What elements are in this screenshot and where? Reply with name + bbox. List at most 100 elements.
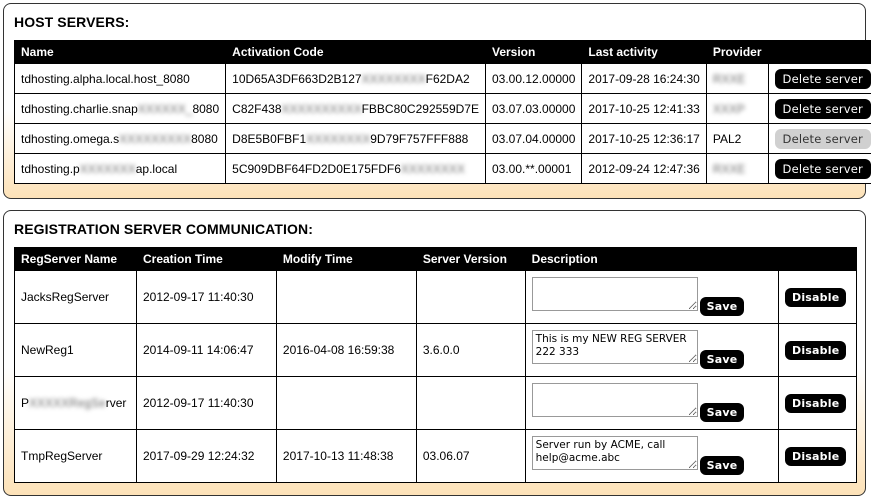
redacted-text: XXXXXXXXXX	[281, 101, 362, 116]
server-version: 03.06.07	[415, 429, 526, 483]
redacted-text: RXXE	[712, 161, 746, 176]
delete-server-button[interactable]: Delete server	[774, 68, 871, 89]
save-button[interactable]: Save	[699, 456, 745, 475]
host-actions-cell: Delete server	[767, 153, 871, 184]
regserver-row: NewReg1 2014-09-11 14:06:47 2016-04-08 16:…	[14, 323, 858, 377]
description-cell: Save	[524, 323, 779, 377]
host-servers-panel: HOST SERVERS: Name Activation Code Versi…	[3, 3, 871, 199]
save-button[interactable]: Save	[699, 297, 745, 316]
creation-time: 2014-09-11 14:06:47	[135, 323, 277, 377]
disable-button[interactable]: Disable	[784, 287, 847, 307]
column-header-name[interactable]: Name	[13, 40, 227, 64]
regserver-actions-cell: Disable	[777, 323, 858, 377]
description-input[interactable]	[531, 383, 698, 417]
creation-time: 2012-09-17 11:40:30	[135, 376, 277, 430]
column-header-version[interactable]: Version	[484, 40, 583, 64]
redacted-text: RXXE	[712, 71, 746, 86]
activation-code: C82F438XXXXXXXXXXFBBC80C292559D7E	[225, 93, 486, 124]
disable-button[interactable]: Disable	[784, 393, 847, 413]
host-version: 03.07.03.00000	[484, 93, 583, 124]
redacted-text: XXXXXRegSe	[29, 396, 106, 410]
regserver-name: JacksRegServer	[14, 270, 137, 324]
disable-button[interactable]: Disable	[784, 446, 847, 466]
host-version: 03.00.12.00000	[484, 63, 583, 94]
column-header-creation-time[interactable]: Creation Time	[135, 247, 277, 271]
host-servers-header-row: Name Activation Code Version Last activi…	[13, 40, 871, 64]
description-input[interactable]	[531, 277, 698, 311]
activation-code: 5C909DBF64FD2D0E175FDF6XXXXXXXX	[225, 153, 486, 184]
host-actions-cell: Delete server	[767, 93, 871, 124]
delete-server-button[interactable]: Delete server	[774, 158, 871, 179]
regserver-row: PXXXXXRegServer 2012-09-17 11:40:30 Save Di…	[14, 376, 858, 430]
description-cell: Save	[524, 270, 779, 324]
host-server-row: tdhosting.charlie.snapXXXXXX_8080 C82F438…	[13, 93, 871, 124]
redacted-text: XXXP	[712, 101, 745, 116]
host-version: 03.00.**.00001	[484, 153, 583, 184]
description-input[interactable]	[531, 330, 698, 364]
host-server-name: tdhosting.alpha.local.host_8080	[13, 63, 227, 94]
server-version: 3.6.0.0	[415, 323, 526, 377]
column-header-provider[interactable]: Provider	[705, 40, 769, 64]
description-cell: Save	[524, 429, 779, 483]
host-actions-cell: Delete server	[767, 63, 871, 94]
column-header-modify-time[interactable]: Modify Time	[275, 247, 417, 271]
host-server-name: tdhosting.charlie.snapXXXXXX_8080	[13, 93, 227, 124]
regserver-name: PXXXXXRegServer	[14, 376, 137, 430]
server-version	[415, 376, 526, 430]
redacted-text: XXXXXXXX	[400, 161, 465, 176]
delete-server-button[interactable]: Delete server	[774, 98, 871, 119]
modify-time	[275, 270, 417, 324]
last-activity: 2017-09-28 16:24:30	[581, 63, 707, 94]
regserver-name: TmpRegServer	[14, 429, 137, 483]
regserver-actions-cell: Disable	[777, 429, 858, 483]
save-button[interactable]: Save	[699, 350, 745, 369]
registration-panel: REGISTRATION SERVER COMMUNICATION: RegSe…	[3, 210, 866, 496]
disable-button[interactable]: Disable	[784, 340, 847, 360]
redacted-text: XXXXXXX	[79, 161, 136, 176]
redacted-text: XXXXXXXXX	[119, 131, 192, 146]
regserver-row: JacksRegServer 2012-09-17 11:40:30 Save Dis…	[14, 270, 858, 324]
column-header-regserver-name[interactable]: RegServer Name	[14, 247, 137, 271]
column-header-actions	[767, 40, 871, 64]
redacted-text: XXXXXXXX	[306, 131, 371, 146]
regserver-name: NewReg1	[14, 323, 137, 377]
host-actions-cell: Delete server	[767, 123, 871, 154]
column-header-server-version[interactable]: Server Version	[415, 247, 526, 271]
server-version	[415, 270, 526, 324]
activation-code: D8E5B0FBF1XXXXXXXX9D79F757FFF888	[225, 123, 486, 154]
provider: PAL2	[705, 123, 769, 154]
last-activity: 2017-10-25 12:36:17	[581, 123, 707, 154]
creation-time: 2017-09-29 12:24:32	[135, 429, 277, 483]
column-header-description[interactable]: Description	[524, 247, 779, 271]
column-header-activation-code[interactable]: Activation Code	[225, 40, 486, 64]
last-activity: 2012-09-24 12:47:36	[581, 153, 707, 184]
creation-time: 2012-09-17 11:40:30	[135, 270, 277, 324]
delete-server-button: Delete server	[774, 128, 871, 149]
redacted-text: XXXXXXXX	[361, 71, 426, 86]
host-servers-table: Name Activation Code Version Last activi…	[13, 40, 871, 184]
description-cell: Save	[524, 376, 779, 430]
last-activity: 2017-10-25 12:41:33	[581, 93, 707, 124]
host-server-row: tdhosting.pXXXXXXXap.local 5C909DBF64FD2D…	[13, 153, 871, 184]
host-servers-title: HOST SERVERS:	[14, 14, 130, 30]
provider: RXXE	[705, 153, 769, 184]
save-button[interactable]: Save	[699, 403, 745, 422]
regserver-actions-cell: Disable	[777, 270, 858, 324]
regserver-row: TmpRegServer 2017-09-29 12:24:32 2017-10-1…	[14, 429, 858, 483]
modify-time: 2016-04-08 16:59:38	[275, 323, 417, 377]
column-header-actions	[777, 247, 858, 271]
modify-time	[275, 376, 417, 430]
provider: XXXP	[705, 93, 769, 124]
registration-title: REGISTRATION SERVER COMMUNICATION:	[14, 221, 313, 237]
host-server-name: tdhosting.omega.sXXXXXXXXX8080	[13, 123, 227, 154]
host-server-row: tdhosting.omega.sXXXXXXXXX8080 D8E5B0FBF1…	[13, 123, 871, 154]
host-server-row: tdhosting.alpha.local.host_8080 10D65A3DF…	[13, 63, 871, 94]
registration-header-row: RegServer Name Creation Time Modify Time…	[14, 247, 858, 271]
regserver-actions-cell: Disable	[777, 376, 858, 430]
activation-code: 10D65A3DF663D2B127XXXXXXXXF62DA2	[225, 63, 486, 94]
redacted-text: XXXXXX_	[137, 101, 193, 116]
provider: RXXE	[705, 63, 769, 94]
modify-time: 2017-10-13 11:48:38	[275, 429, 417, 483]
description-input[interactable]	[531, 436, 698, 470]
column-header-last-activity[interactable]: Last activity	[581, 40, 707, 64]
